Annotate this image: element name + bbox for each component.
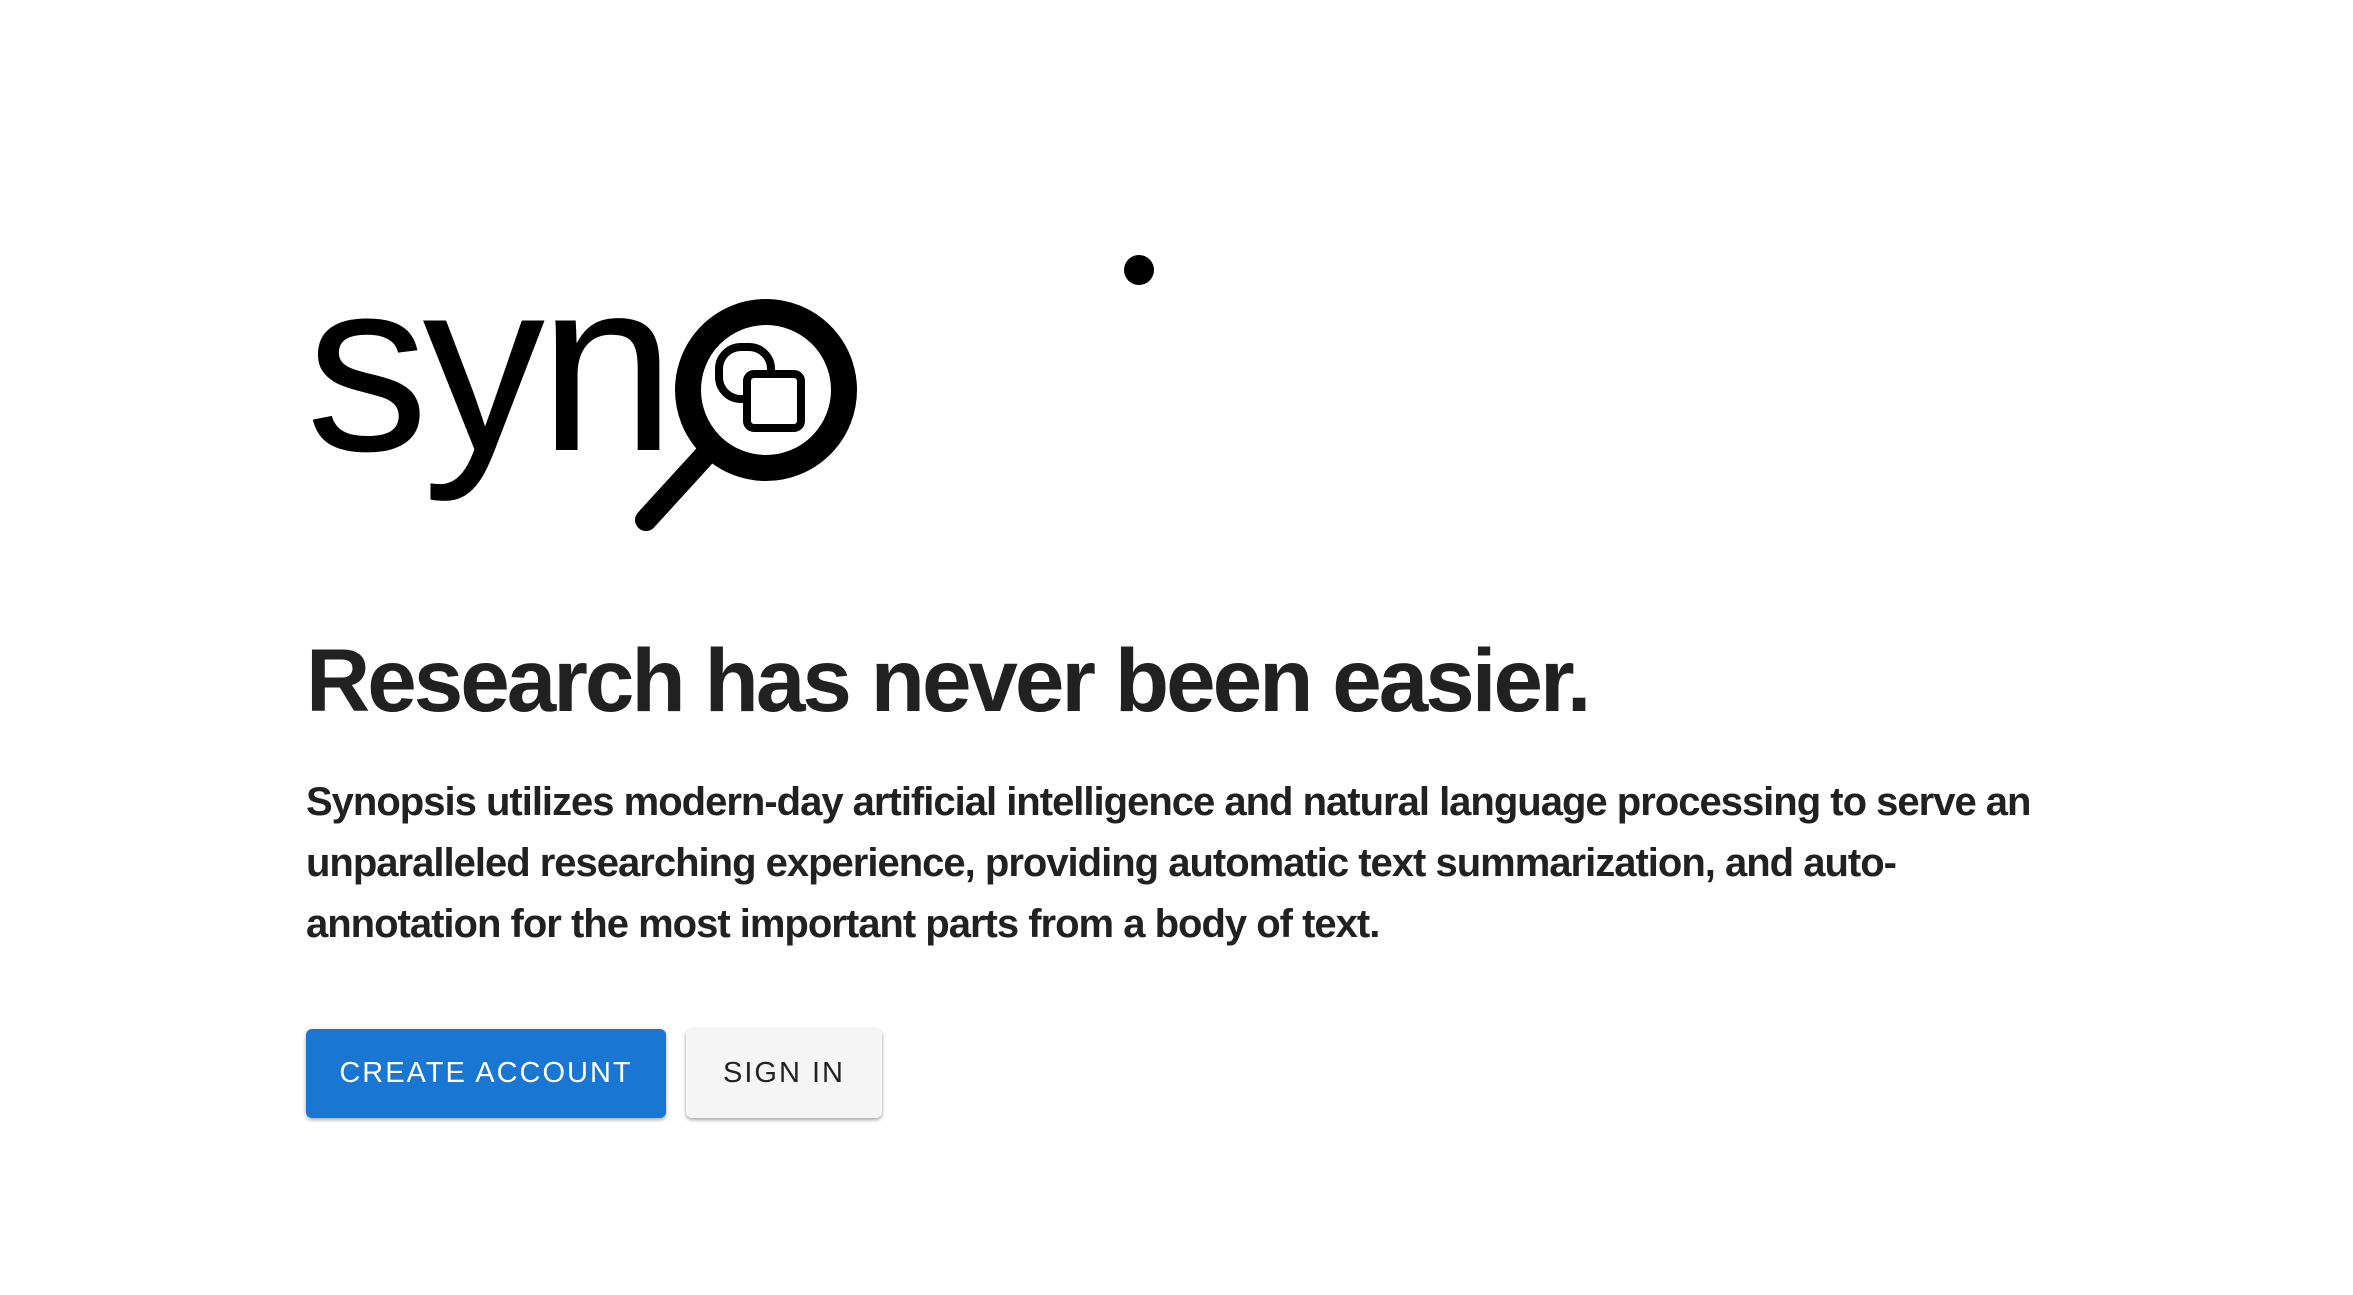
svg-text:syn: syn [306, 240, 669, 502]
synopsis-logo-graphic: syn [306, 240, 1154, 531]
page-headline: Research has never been easier. [306, 630, 1591, 730]
synopsis-logo: syn [306, 240, 1286, 540]
hero-description: Synopsis utilizes modern-day artificial … [306, 779, 2032, 946]
hero-actions: CREATE ACCOUNT SIGN IN [306, 1028, 2066, 1118]
hero-section: syn Research has never been easier. Syno… [306, 240, 2066, 1118]
magnifier-icon [635, 299, 857, 531]
sign-in-button[interactable]: SIGN IN [686, 1028, 882, 1118]
create-account-button[interactable]: CREATE ACCOUNT [306, 1028, 666, 1118]
